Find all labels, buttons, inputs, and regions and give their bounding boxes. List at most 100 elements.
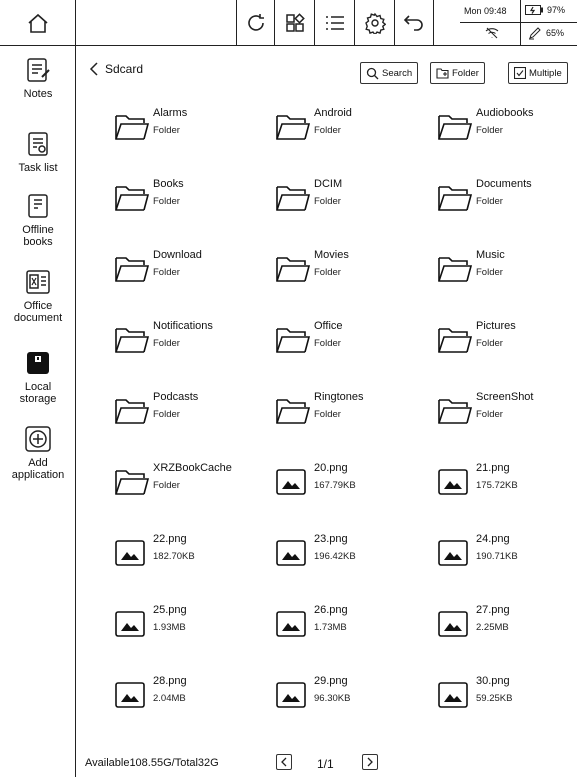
file-type: Folder (314, 196, 341, 207)
sidebar-item-label: Notes (23, 88, 53, 100)
folder-item[interactable]: XRZBookCache Folder (114, 461, 274, 509)
file-type: Folder (153, 125, 180, 136)
file-type: Folder (153, 480, 180, 491)
grid-icon (285, 13, 305, 32)
battery-level: 97% (547, 5, 566, 15)
file-item[interactable]: 30.png 59.25KB (437, 674, 577, 722)
add-application-icon (24, 425, 52, 453)
sidebar-item-add-application[interactable]: Add application (0, 425, 76, 481)
file-type: Folder (153, 338, 180, 349)
file-item[interactable]: 21.png 175.72KB (437, 461, 577, 509)
sidebar-item-notes[interactable]: Notes (0, 56, 76, 100)
file-name: Audiobooks (476, 107, 534, 119)
folder-label: Folder (452, 67, 479, 79)
folder-item[interactable]: Podcasts Folder (114, 390, 274, 438)
folder-icon (114, 467, 150, 497)
chevron-left-icon (281, 757, 287, 767)
file-name: 26.png (314, 604, 348, 616)
file-item[interactable]: 23.png 196.42KB (275, 532, 435, 580)
folder-icon (437, 112, 473, 142)
image-file-icon (275, 680, 311, 710)
folder-item[interactable]: Download Folder (114, 248, 274, 296)
folder-item[interactable]: Music Folder (437, 248, 577, 296)
status-row-bottom: 65% (460, 23, 577, 46)
sidebar-item-task-list[interactable]: Task list (0, 130, 76, 174)
storage-info: Available108.55G/Total32G (85, 757, 219, 769)
new-folder-button[interactable]: Folder (430, 62, 485, 84)
settings-button[interactable] (354, 0, 394, 46)
image-file-icon (275, 609, 311, 639)
file-item[interactable]: 28.png 2.04MB (114, 674, 274, 722)
file-type: Folder (314, 338, 341, 349)
folder-item[interactable]: Audiobooks Folder (437, 106, 577, 154)
breadcrumb-label: Sdcard (105, 62, 144, 76)
home-button[interactable] (0, 0, 76, 46)
sidebar-item-offline-books[interactable]: Offline books (0, 192, 76, 248)
file-item[interactable]: 20.png 167.79KB (275, 461, 435, 509)
file-size: 96.30KB (314, 693, 351, 704)
file-name: XRZBookCache (153, 462, 232, 474)
file-name: Documents (476, 178, 532, 190)
file-type: Folder (314, 267, 341, 278)
file-item[interactable]: 26.png 1.73MB (275, 603, 435, 651)
breadcrumb[interactable]: Sdcard (89, 62, 143, 76)
folder-icon (114, 183, 150, 213)
file-name: Download (153, 249, 202, 261)
folder-item[interactable]: Office Folder (275, 319, 435, 367)
folder-icon (437, 396, 473, 426)
folder-item[interactable]: Books Folder (114, 177, 274, 225)
image-file-icon (275, 467, 311, 497)
status-area: Mon 09:48 97% 65% (460, 0, 577, 46)
file-item[interactable]: 24.png 190.71KB (437, 532, 577, 580)
page-indicator: 1/1 (317, 757, 334, 771)
folder-item[interactable]: ScreenShot Folder (437, 390, 577, 438)
multiple-select-button[interactable]: Multiple (508, 62, 568, 84)
sidebar-item-local-storage[interactable]: Local storage (0, 349, 76, 405)
image-file-icon (437, 538, 473, 568)
file-size: 196.42KB (314, 551, 356, 562)
file-item[interactable]: 22.png 182.70KB (114, 532, 274, 580)
search-icon (366, 67, 379, 79)
list-view-button[interactable] (314, 0, 354, 46)
file-name: 30.png (476, 675, 510, 687)
sidebar-item-label: Offline books (22, 224, 54, 248)
file-name: Pictures (476, 320, 516, 332)
file-type: Folder (314, 125, 341, 136)
folder-icon (437, 325, 473, 355)
prev-page-button[interactable] (276, 754, 292, 770)
folder-item[interactable]: Movies Folder (275, 248, 435, 296)
sidebar-item-label: Add application (11, 457, 65, 481)
sidebar-item-office-document[interactable]: Office document (0, 268, 76, 324)
file-name: Office (314, 320, 343, 332)
clock-time: Mon 09:48 (464, 6, 507, 16)
back-arrow-icon (403, 15, 423, 31)
file-size: 1.73MB (314, 622, 347, 633)
folder-item[interactable]: Android Folder (275, 106, 435, 154)
office-document-icon (24, 268, 52, 296)
file-item[interactable]: 25.png 1.93MB (114, 603, 274, 651)
folder-item[interactable]: Documents Folder (437, 177, 577, 225)
list-icon (325, 16, 344, 30)
file-name: 29.png (314, 675, 348, 687)
file-size: 175.72KB (476, 480, 518, 491)
folder-item[interactable]: Pictures Folder (437, 319, 577, 367)
refresh-icon (247, 14, 264, 31)
file-size: 190.71KB (476, 551, 518, 562)
search-button[interactable]: Search (360, 62, 419, 84)
file-name: Android (314, 107, 352, 119)
folder-icon (275, 112, 311, 142)
refresh-button[interactable] (236, 0, 274, 46)
next-page-button[interactable] (362, 754, 378, 770)
folder-item[interactable]: Ringtones Folder (275, 390, 435, 438)
image-file-icon (275, 538, 311, 568)
back-button[interactable] (394, 0, 434, 46)
file-item[interactable]: 27.png 2.25MB (437, 603, 577, 651)
image-file-icon (437, 609, 473, 639)
folder-item[interactable]: DCIM Folder (275, 177, 435, 225)
sidebar-item-label: Local storage (19, 381, 57, 405)
layout-grid-button[interactable] (274, 0, 314, 46)
file-item[interactable]: 29.png 96.30KB (275, 674, 435, 722)
folder-item[interactable]: Alarms Folder (114, 106, 274, 154)
folder-item[interactable]: Notifications Folder (114, 319, 274, 367)
image-file-icon (114, 538, 150, 568)
